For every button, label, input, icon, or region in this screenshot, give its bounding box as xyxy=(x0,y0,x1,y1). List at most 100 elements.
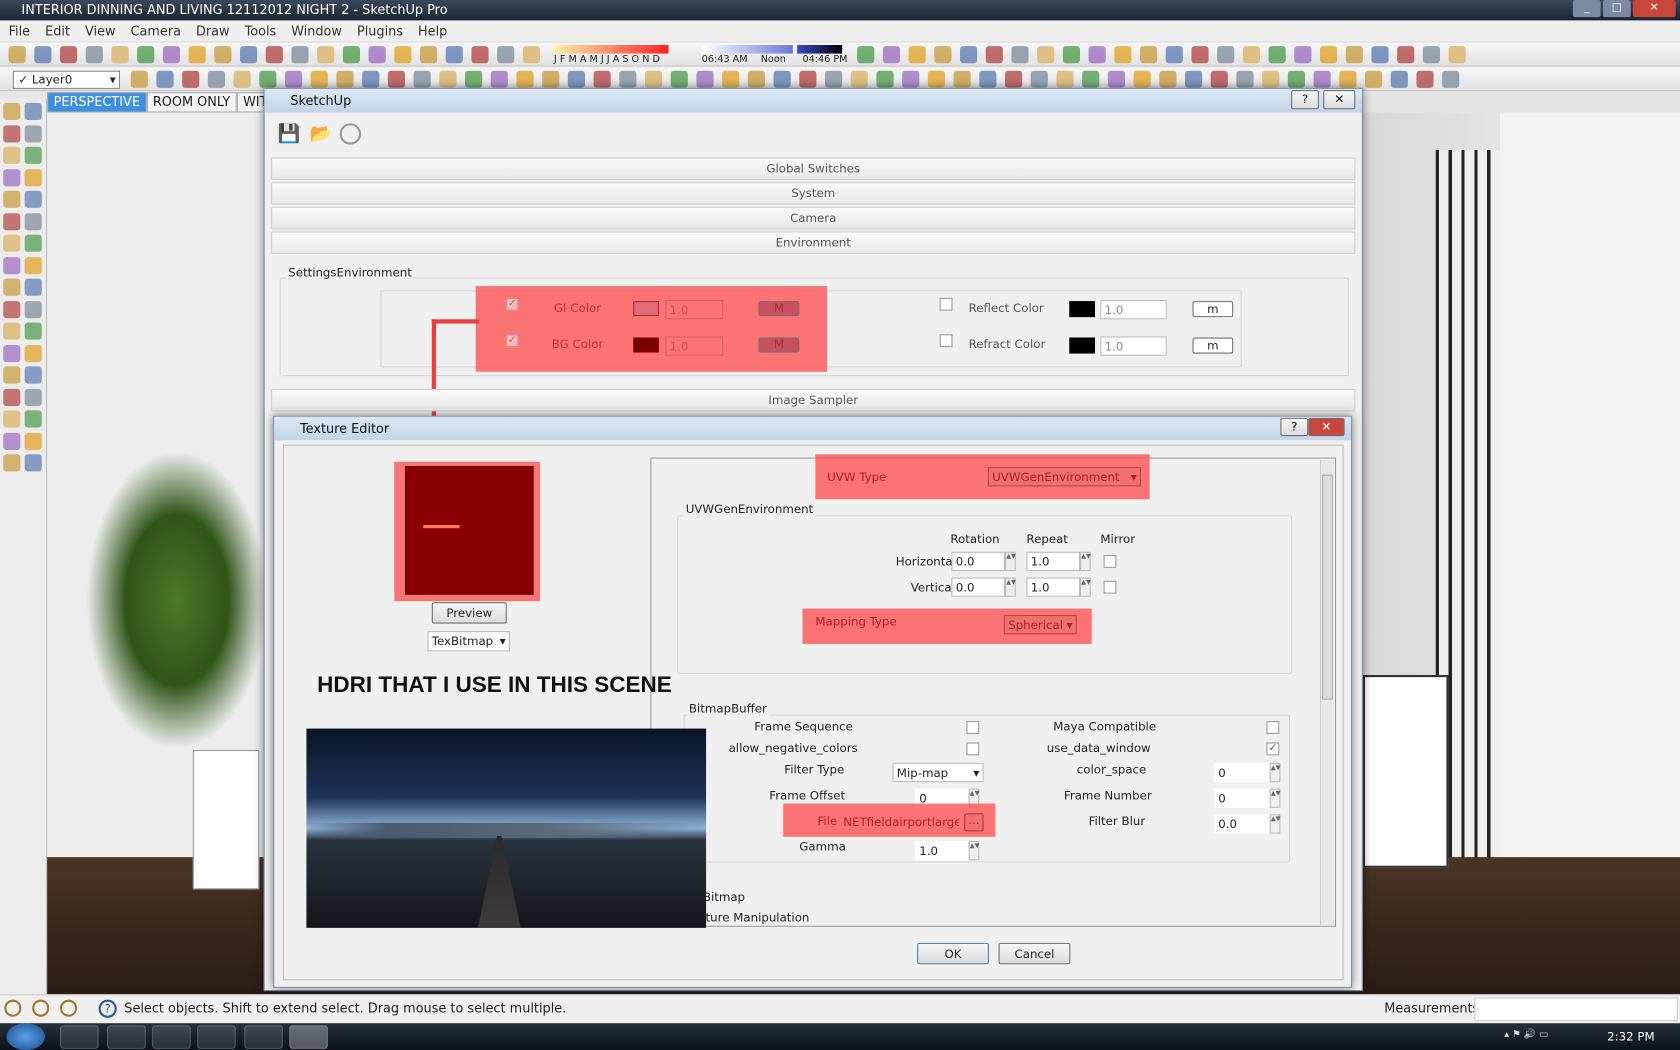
spinner[interactable]: ▲▼ xyxy=(1269,814,1281,834)
spinner[interactable]: ▲▼ xyxy=(1269,762,1281,783)
drawing-tool-icon[interactable] xyxy=(3,278,21,296)
drawing-tool-icon[interactable] xyxy=(3,124,21,142)
copyright-icon[interactable] xyxy=(60,999,78,1017)
uvw-type-dropdown[interactable]: UVWGenEnvironment ▾ xyxy=(987,467,1142,487)
toolbar-tool-icon[interactable] xyxy=(1159,70,1177,88)
drawing-tool-icon[interactable] xyxy=(24,388,42,406)
toolbar-tool-icon[interactable] xyxy=(934,46,952,64)
drawing-tool-icon[interactable] xyxy=(3,410,21,428)
bg-map-button[interactable]: M xyxy=(758,337,800,353)
menu-draw[interactable]: Draw xyxy=(196,24,230,39)
open-folder-icon[interactable]: 📂 xyxy=(310,123,333,144)
drawing-tool-icon[interactable] xyxy=(3,322,21,340)
toolbar-tool-icon[interactable] xyxy=(516,70,534,88)
toolbar-tool-icon[interactable] xyxy=(619,70,637,88)
reflect-color-swatch[interactable] xyxy=(1069,301,1096,318)
toolbar-tool-icon[interactable] xyxy=(1037,46,1055,64)
toolbar-tool-icon[interactable] xyxy=(156,70,174,88)
toolbar-tool-icon[interactable] xyxy=(1371,46,1389,64)
toolbar-tool-icon[interactable] xyxy=(857,46,875,64)
bg-checkbox[interactable]: ✓ xyxy=(505,334,519,348)
toolbar-tool-icon[interactable] xyxy=(130,70,148,88)
toolbar-tool-icon[interactable] xyxy=(471,46,489,64)
toolbar-tool-icon[interactable] xyxy=(291,46,309,64)
toolbar-tool-icon[interactable] xyxy=(1191,46,1209,64)
frame-sequence-checkbox[interactable] xyxy=(966,721,980,734)
toolbar-tool-icon[interactable] xyxy=(310,70,328,88)
maya-compatible-checkbox[interactable] xyxy=(1266,721,1280,734)
toolbar-tool-icon[interactable] xyxy=(696,70,714,88)
maximize-button[interactable]: □ xyxy=(1602,0,1631,18)
filter-blur-input[interactable]: 0.0 xyxy=(1213,814,1270,834)
drawing-tool-icon[interactable] xyxy=(3,190,21,208)
section-camera[interactable]: Camera xyxy=(271,206,1356,230)
reset-icon[interactable] xyxy=(339,123,362,145)
toolbar-tool-icon[interactable] xyxy=(593,70,611,88)
gi-multiplier[interactable]: 1.0 xyxy=(665,300,724,320)
toolbar-tool-icon[interactable] xyxy=(387,70,406,88)
vertical-rotation-input[interactable]: 0.0 xyxy=(951,577,1006,597)
toolbar-tool-icon[interactable] xyxy=(1082,70,1100,88)
time-slider[interactable] xyxy=(701,45,793,54)
toolbar-tool-icon[interactable] xyxy=(1268,46,1286,64)
toolbar-tool-icon[interactable] xyxy=(368,46,386,64)
toolbar-tool-icon[interactable] xyxy=(362,70,380,88)
section-environment[interactable]: Environment xyxy=(271,231,1356,254)
save-icon[interactable]: 💾 xyxy=(278,123,301,144)
section-global-switches[interactable]: Global Switches xyxy=(271,157,1356,181)
spinner[interactable]: ▲▼ xyxy=(1005,551,1016,572)
toolbar-tool-icon[interactable] xyxy=(850,70,868,88)
toolbar-tool-icon[interactable] xyxy=(342,46,361,64)
toolbar-tool-icon[interactable] xyxy=(645,70,663,88)
refract-multiplier[interactable]: 1.0 xyxy=(1100,336,1167,356)
spinner[interactable]: ▲▼ xyxy=(1080,577,1091,597)
drawing-tool-icon[interactable] xyxy=(24,190,42,208)
toolbar-tool-icon[interactable] xyxy=(1294,46,1312,64)
file-path-input[interactable]: NETfieldairportlarge.hdr xyxy=(839,812,960,831)
toolbar-tool-icon[interactable] xyxy=(111,46,129,64)
toolbar-tool-icon[interactable] xyxy=(265,46,283,64)
toolbar-tool-icon[interactable] xyxy=(985,46,1003,64)
drawing-tool-icon[interactable] xyxy=(24,146,42,164)
toolbar-tool-icon[interactable] xyxy=(1365,70,1383,88)
drawing-tool-icon[interactable] xyxy=(3,234,21,252)
menu-view[interactable]: View xyxy=(85,24,116,39)
drawing-tool-icon[interactable] xyxy=(3,102,21,121)
drawing-tool-icon[interactable] xyxy=(3,388,21,406)
toolbar-tool-icon[interactable] xyxy=(960,46,978,64)
horizontal-repeat-input[interactable]: 1.0 xyxy=(1026,551,1081,572)
drawing-tool-icon[interactable] xyxy=(24,102,42,121)
toolbar-tool-icon[interactable] xyxy=(882,46,901,64)
drawing-tool-icon[interactable] xyxy=(24,212,42,230)
toolbar-tool-icon[interactable] xyxy=(1114,46,1132,64)
taskbar-app[interactable] xyxy=(244,1025,283,1049)
toolbar-tool-icon[interactable] xyxy=(60,46,78,64)
toolbar-tool-icon[interactable] xyxy=(1287,70,1306,88)
toolbar-tool-icon[interactable] xyxy=(85,46,103,64)
drawing-tool-icon[interactable] xyxy=(24,168,42,186)
refract-map-button[interactable]: m xyxy=(1192,337,1234,354)
toolbar-tool-icon[interactable] xyxy=(1416,70,1434,88)
start-button[interactable] xyxy=(6,1023,46,1050)
menu-plugins[interactable]: Plugins xyxy=(357,24,403,39)
vertical-repeat-input[interactable]: 1.0 xyxy=(1026,577,1081,597)
section-system[interactable]: System xyxy=(271,182,1356,205)
use-data-window-checkbox[interactable]: ✓ xyxy=(1266,742,1280,756)
scrollbar[interactable] xyxy=(1320,459,1334,925)
toolbar-tool-icon[interactable] xyxy=(1210,70,1228,88)
toolbar-tool-icon[interactable] xyxy=(876,70,894,88)
menu-edit[interactable]: Edit xyxy=(45,24,70,39)
taskbar-explorer[interactable] xyxy=(60,1025,99,1049)
bg-color-swatch[interactable] xyxy=(633,337,659,353)
toolbar-tool-icon[interactable] xyxy=(162,46,181,64)
toolbar-tool-icon[interactable] xyxy=(908,46,926,64)
measurements-input[interactable] xyxy=(1474,997,1678,1022)
toolbar-tool-icon[interactable] xyxy=(34,46,52,64)
toolbar-tool-icon[interactable] xyxy=(1185,70,1203,88)
help-button[interactable]: ? xyxy=(1280,417,1309,437)
gi-color-swatch[interactable] xyxy=(633,301,659,317)
toolbar-tool-icon[interactable] xyxy=(214,46,232,64)
toolbar-tool-icon[interactable] xyxy=(233,70,251,88)
toolbar-tool-icon[interactable] xyxy=(979,70,997,88)
toolbar-tool-icon[interactable] xyxy=(394,46,412,64)
